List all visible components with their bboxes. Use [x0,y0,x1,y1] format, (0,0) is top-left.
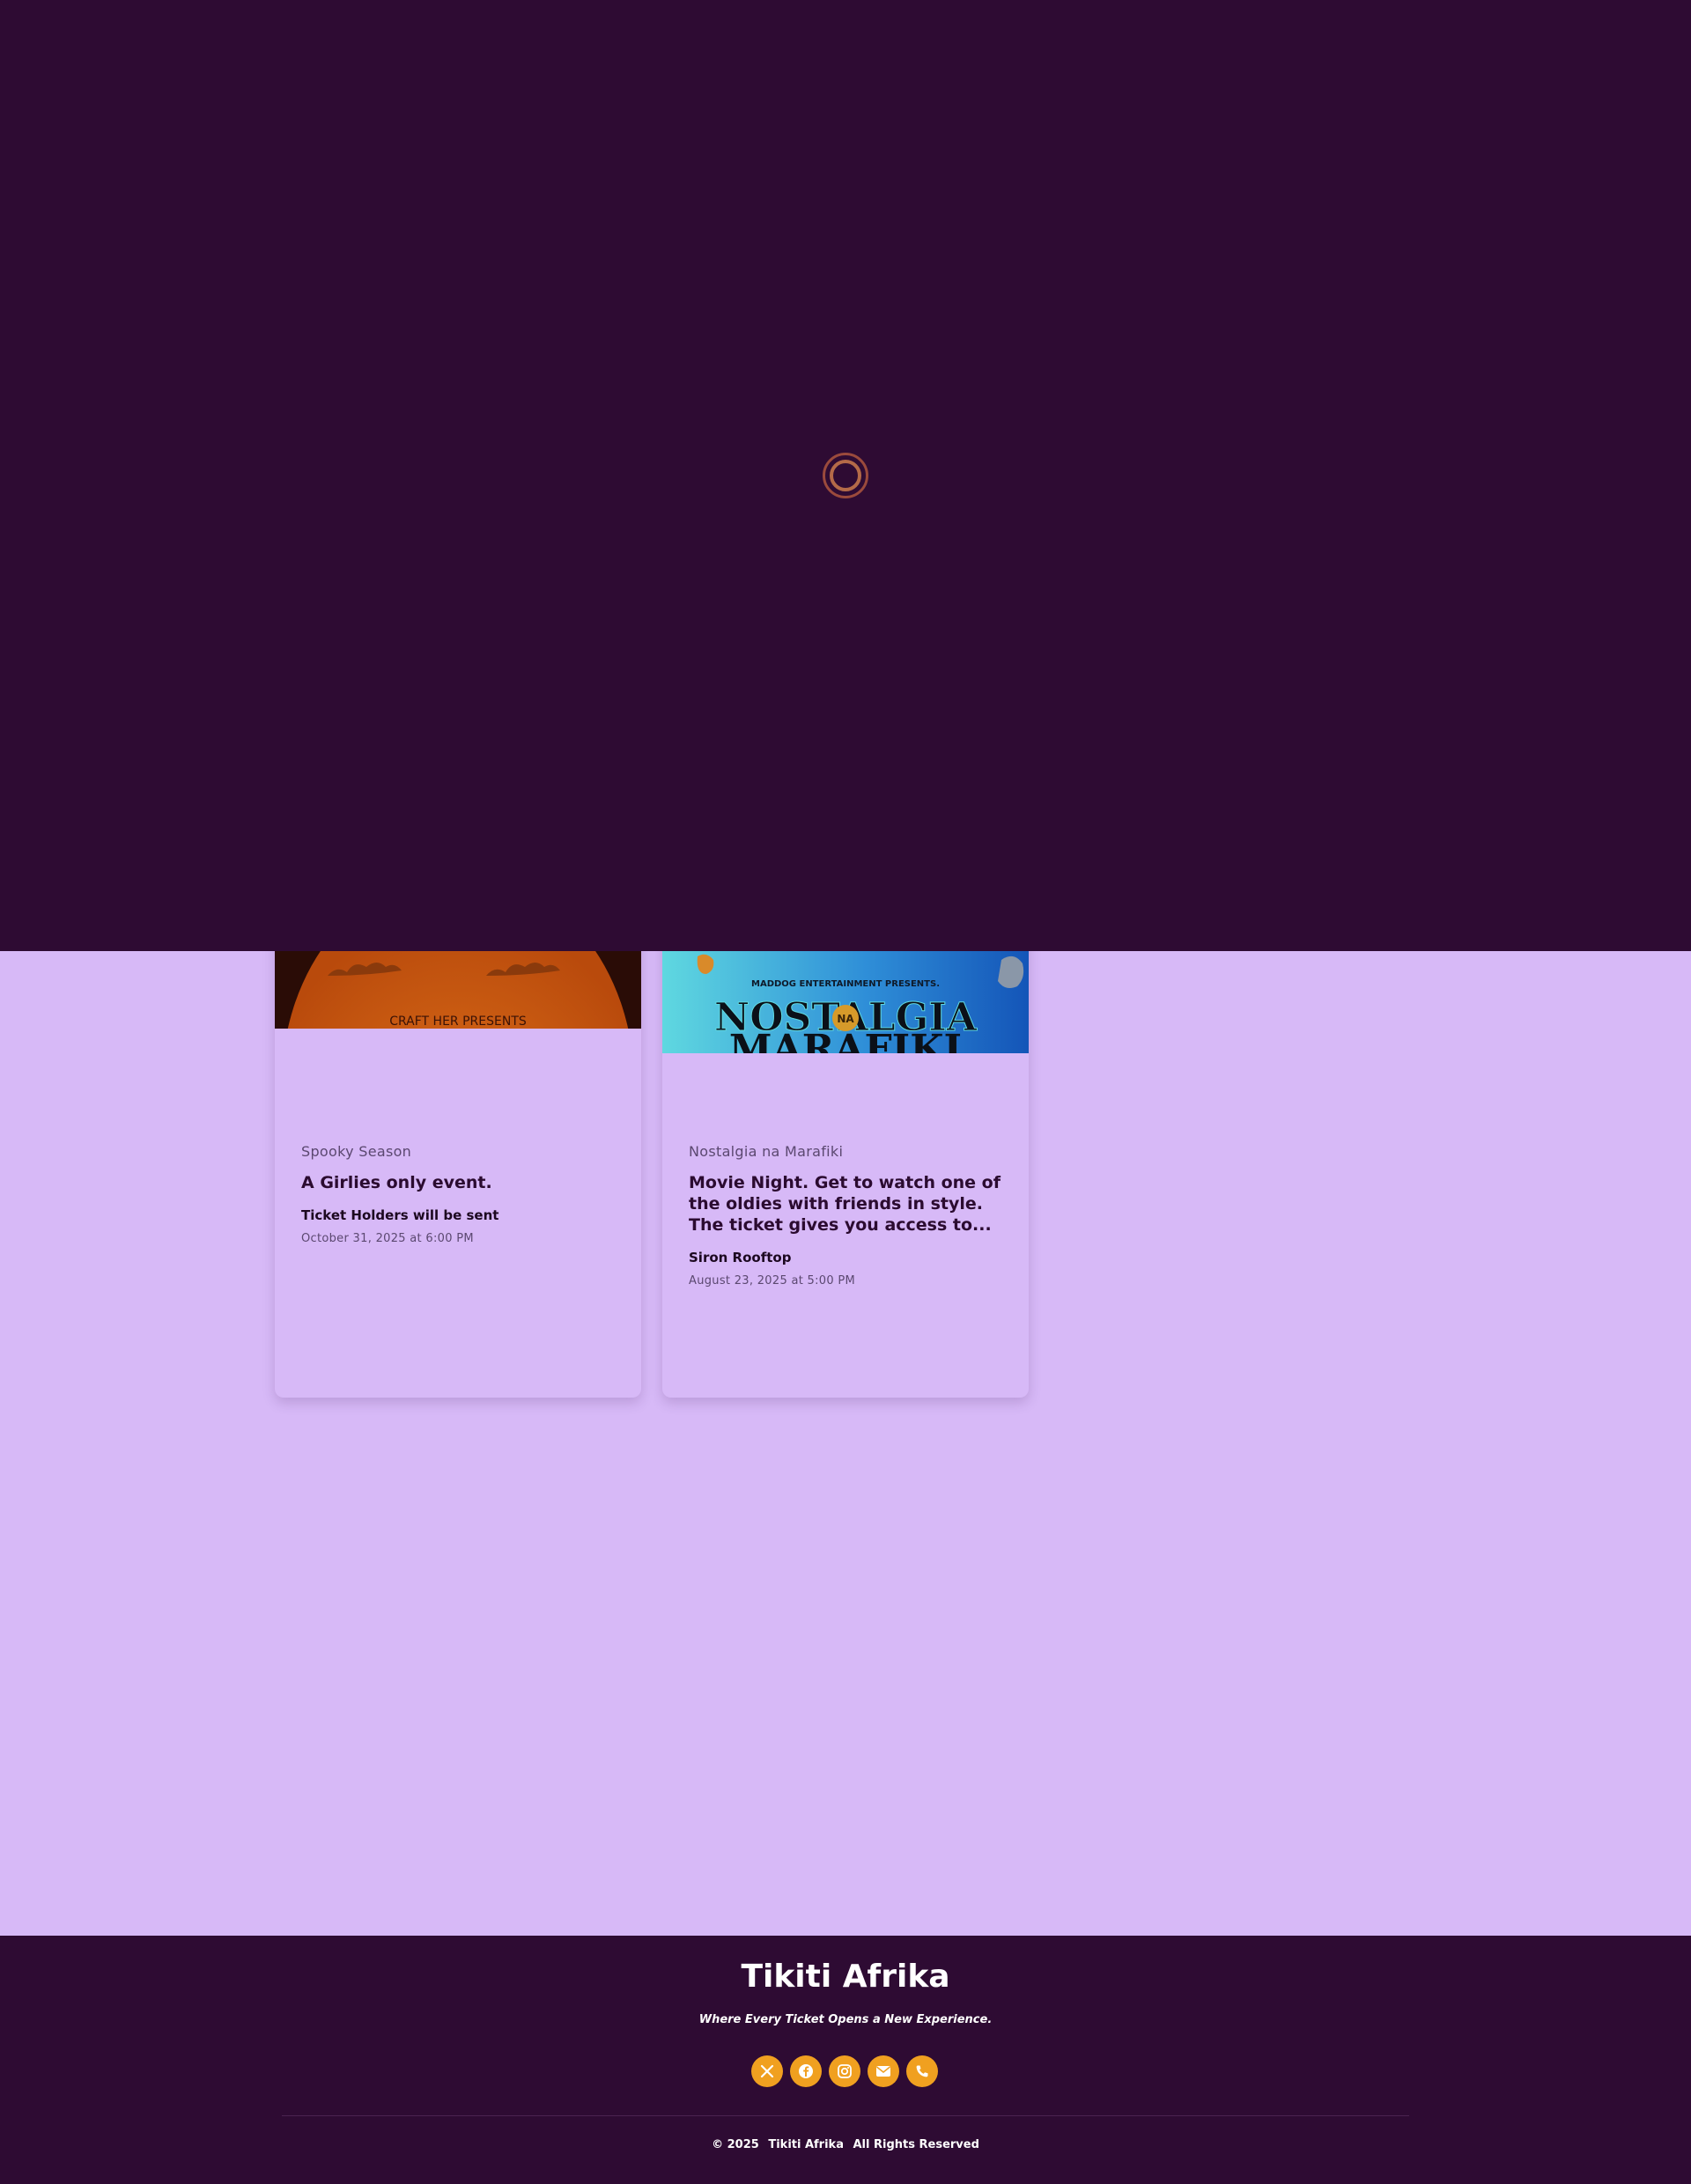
loading-overlay [0,0,1691,951]
event-venue: Siron Rooftop [689,1250,792,1265]
mail-icon[interactable] [868,2055,899,2087]
copyright-rights: All Rights Reserved [853,2138,979,2151]
svg-text:CRAFT HER PRESENTS: CRAFT HER PRESENTS [389,1015,527,1029]
event-datetime: October 31, 2025 at 6:00 PM [301,1232,474,1245]
site-footer: Tikiti Afrika Where Every Ticket Opens a… [0,1936,1691,2184]
svg-text:MARAFIKI: MARAFIKI [729,1027,962,1053]
event-datetime: August 23, 2025 at 5:00 PM [689,1274,856,1288]
footer-tagline: Where Every Ticket Opens a New Experienc… [698,2013,993,2026]
social-links [751,2055,938,2087]
svg-text:NA: NA [837,1013,854,1025]
instagram-icon[interactable] [829,2055,860,2087]
event-venue: Ticket Holders will be sent [301,1207,499,1223]
x-icon[interactable] [751,2055,783,2087]
event-category: Nostalgia na Marafiki [689,1143,844,1160]
facebook-icon[interactable] [790,2055,822,2087]
svg-text:MADDOG ENTERTAINMENT PRESENTS.: MADDOG ENTERTAINMENT PRESENTS. [751,979,940,989]
copyright: © 2025 Tikiti Afrika All Rights Reserved [0,2138,1691,2151]
footer-brand: Tikiti Afrika [741,1959,950,1995]
event-description[interactable]: A Girlies only event. [301,1172,615,1193]
loading-spinner-icon [823,453,868,498]
footer-divider [282,2115,1409,2116]
event-description[interactable]: Movie Night. Get to watch one of the old… [689,1172,1002,1236]
event-category: Spooky Season [301,1143,412,1160]
copyright-brand: Tikiti Afrika [768,2138,844,2151]
phone-icon[interactable] [906,2055,938,2087]
spinner-ring [830,460,861,491]
copyright-year: © 2025 [712,2138,759,2151]
